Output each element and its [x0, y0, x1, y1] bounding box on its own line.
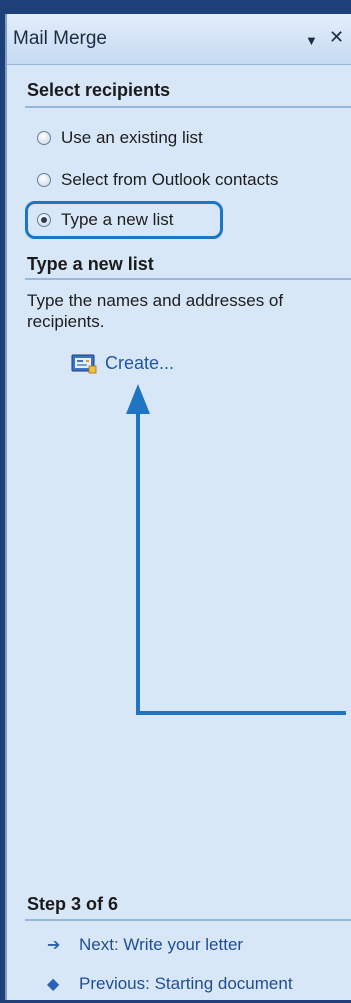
previous-step-label: Previous: Starting document [79, 974, 293, 993]
arrow-up-icon [126, 384, 346, 715]
mail-merge-task-pane: Mail Merge ▼ ✕ Select recipients Use an … [5, 14, 351, 1000]
arrow-left-icon: ◆ [47, 976, 60, 993]
next-step-label: Next: Write your letter [79, 935, 244, 954]
next-step-link[interactable]: ➔ Next: Write your letter [47, 935, 243, 955]
step-indicator: Step 3 of 6 [27, 894, 119, 914]
previous-step-link[interactable]: ◆ Previous: Starting document [47, 974, 293, 994]
heading-divider [25, 919, 351, 921]
arrow-right-icon: ➔ [47, 937, 61, 954]
